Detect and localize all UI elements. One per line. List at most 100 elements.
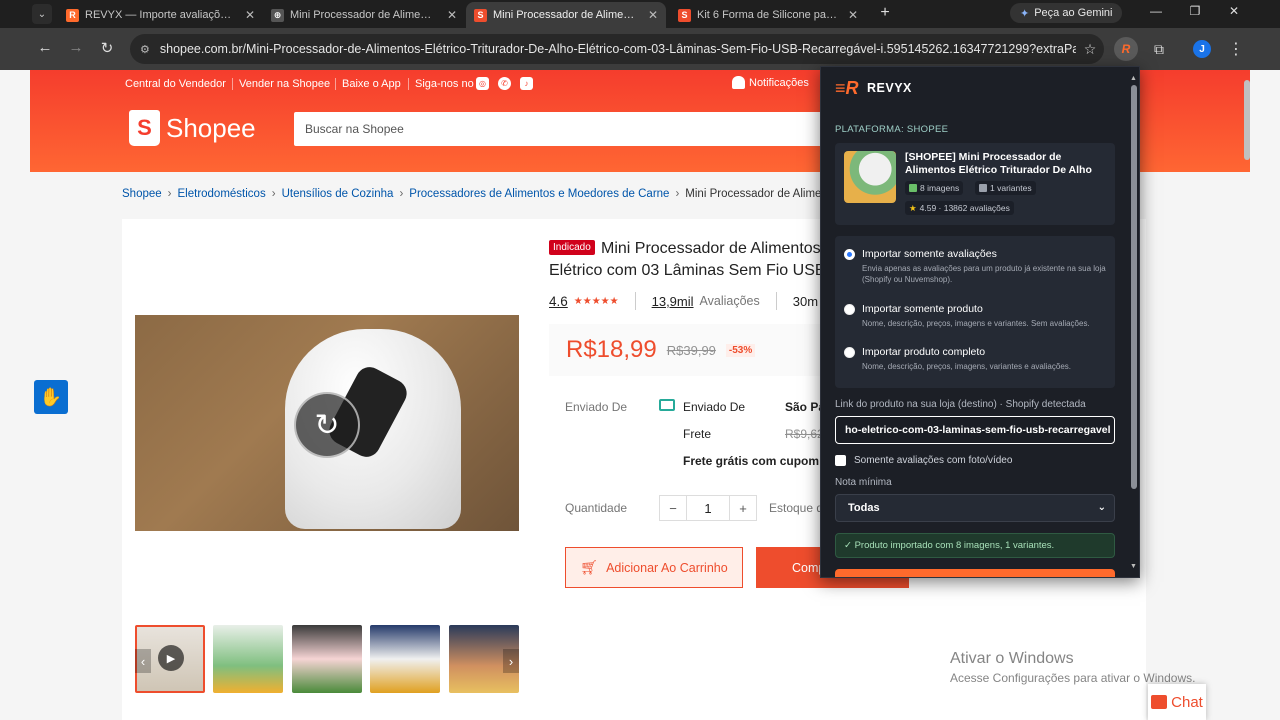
download-app-link[interactable]: Baixe o App xyxy=(342,78,401,90)
breadcrumb-eletrodomesticos[interactable]: Eletrodomésticos xyxy=(178,188,266,200)
chevron-right-icon: › xyxy=(399,188,404,200)
chevron-left-icon[interactable]: ‹ xyxy=(135,649,151,673)
search-input[interactable]: Buscar na Shopee xyxy=(294,112,854,146)
new-tab-button[interactable]: + xyxy=(876,4,894,22)
radio-unselected[interactable] xyxy=(844,347,855,358)
chevron-right-icon[interactable]: › xyxy=(503,649,519,673)
tab-close-icon[interactable]: ✕ xyxy=(447,8,457,22)
close-window-icon[interactable]: ✕ xyxy=(1224,4,1244,18)
tab-mini-processador-1[interactable]: ⊕ Mini Processador de Alimentos ✕ xyxy=(263,2,465,28)
address-bar[interactable]: ⚙ shopee.com.br/Mini-Processador-de-Alim… xyxy=(130,34,1104,64)
tab-close-icon[interactable]: ✕ xyxy=(245,8,255,22)
checkbox-unchecked[interactable] xyxy=(835,455,846,466)
quantity-input[interactable]: 1 xyxy=(686,496,730,520)
shopee-logo[interactable]: S Shopee xyxy=(129,110,256,146)
site-info-icon[interactable]: ⚙ xyxy=(140,43,150,56)
watermark-title: Ativar o Windows xyxy=(950,650,1074,667)
tab-title: REVYX — Importe avaliações de xyxy=(85,9,235,21)
product-main-video[interactable]: ↻ xyxy=(135,315,519,531)
scroll-down-icon[interactable]: ▼ xyxy=(1130,563,1137,570)
watermark-subtitle: Acesse Configurações para ativar o Windo… xyxy=(950,671,1196,685)
extensions-puzzle-icon[interactable]: ⧉ xyxy=(1147,37,1171,61)
rating-row: 4.6 ★★★★★ 13,9mil Avaliações 30m xyxy=(549,292,818,310)
tab-kit-forma-silicone[interactable]: S Kit 6 Forma de Silicone para Fri ✕ xyxy=(670,2,866,28)
divider xyxy=(408,78,409,90)
discount-badge: -53% xyxy=(725,343,756,357)
minimize-icon[interactable]: — xyxy=(1146,4,1166,18)
reload-icon[interactable]: ↻ xyxy=(97,39,117,57)
profile-avatar[interactable]: J xyxy=(1193,40,1211,58)
revyx-extension-icon[interactable]: R xyxy=(1114,37,1138,61)
chevron-right-icon: › xyxy=(167,188,172,200)
more-menu-icon[interactable]: ⋮ xyxy=(1224,37,1248,61)
chevron-down-icon: ⌄ xyxy=(1097,502,1106,513)
quantity-label: Quantidade xyxy=(565,501,628,515)
notifications-label: Notificações xyxy=(749,76,809,89)
seller-center-link[interactable]: Central do Vendedor xyxy=(125,78,226,90)
chat-button[interactable]: Chat xyxy=(1148,684,1206,720)
tab-search-icon[interactable]: ⌄ xyxy=(32,4,52,24)
radio-unselected[interactable] xyxy=(844,304,855,315)
video-loading-icon[interactable]: ↻ xyxy=(294,392,360,458)
divider xyxy=(335,78,336,90)
forward-arrow-icon[interactable]: → xyxy=(66,39,86,56)
revyx-extension-panel: ≡R REVYX PLATAFORMA: SHOPEE [SHOPEE] Min… xyxy=(820,66,1140,578)
photo-only-checkbox[interactable]: Somente avaliações com foto/vídeo xyxy=(835,455,1012,466)
whatsapp-icon[interactable]: ✆ xyxy=(498,77,511,90)
minus-icon[interactable]: − xyxy=(660,496,686,520)
cart-icon: 🛒︎ xyxy=(580,559,599,575)
grid-icon xyxy=(979,184,987,192)
instagram-icon[interactable]: ◎ xyxy=(476,77,489,90)
truck-icon xyxy=(659,399,675,411)
images-count: 8 imagens xyxy=(920,183,960,193)
plus-icon[interactable]: + xyxy=(730,496,756,520)
tiktok-icon[interactable]: ♪ xyxy=(520,77,533,90)
accessibility-hands-icon[interactable]: ✋ xyxy=(34,380,68,414)
sell-on-shopee-link[interactable]: Vender na Shopee xyxy=(239,78,330,90)
play-icon[interactable]: ▶ xyxy=(158,645,184,671)
back-arrow-icon[interactable]: ← xyxy=(35,39,55,56)
scroll-up-icon[interactable]: ▲ xyxy=(1130,75,1137,82)
rating-value[interactable]: 4.6 xyxy=(549,294,568,309)
tab-title: Mini Processador de Alimentos xyxy=(290,9,437,21)
breadcrumb-processadores[interactable]: Processadores de Alimentos e Moedores de… xyxy=(409,188,669,200)
destination-link-input[interactable]: ho-eletrico-com-03-laminas-sem-fio-usb-r… xyxy=(835,416,1115,444)
add-to-cart-label: Adicionar Ao Carrinho xyxy=(606,560,728,575)
chevron-right-icon: › xyxy=(271,188,276,200)
image-icon xyxy=(909,184,917,192)
radio-selected[interactable] xyxy=(844,249,855,260)
windows-activation-watermark: Ativar o Windows Acesse Configurações pa… xyxy=(950,650,1195,685)
breadcrumb-utensilios[interactable]: Utensílios de Cozinha xyxy=(282,188,394,200)
option-title: Importar produto completo xyxy=(862,346,986,358)
breadcrumb-shopee[interactable]: Shopee xyxy=(122,188,162,200)
restore-icon[interactable]: ❐ xyxy=(1185,4,1205,18)
bookmark-star-icon[interactable]: ☆ xyxy=(1076,41,1104,58)
product-thumbnail xyxy=(844,151,896,203)
add-to-cart-button[interactable]: 🛒︎ Adicionar Ao Carrinho xyxy=(565,547,743,588)
thumbnail-2[interactable] xyxy=(213,625,283,693)
min-rating-select[interactable]: Todas ⌄ xyxy=(835,494,1115,522)
url-text[interactable]: shopee.com.br/Mini-Processador-de-Alimen… xyxy=(160,42,1076,56)
photo-only-label: Somente avaliações com foto/vídeo xyxy=(854,455,1013,466)
variants-count: 1 variantes xyxy=(990,183,1032,193)
follow-us-label: Siga-nos no xyxy=(415,78,474,90)
gemini-label: Peça ao Gemini xyxy=(1034,7,1113,19)
option-title: Importar somente produto xyxy=(862,303,983,315)
scrollbar-thumb[interactable] xyxy=(1131,85,1137,489)
option-description: Nome, descrição, preços, imagens, varian… xyxy=(862,362,1071,371)
thumbnail-3[interactable] xyxy=(292,625,362,693)
tab-mini-processador-active[interactable]: S Mini Processador de Alimentos ✕ xyxy=(466,2,666,28)
notifications-link[interactable]: Notificações xyxy=(732,76,809,89)
stock-label: Estoque d xyxy=(769,501,824,515)
tab-close-icon[interactable]: ✕ xyxy=(648,8,658,22)
tab-revyx[interactable]: R REVYX — Importe avaliações de ✕ xyxy=(58,2,263,28)
shopee-bag-icon: S xyxy=(129,110,160,146)
ratings-count[interactable]: 13,9mil xyxy=(652,294,694,309)
import-button[interactable] xyxy=(835,569,1115,577)
thumbnail-4[interactable] xyxy=(370,625,440,693)
panel-scrollbar[interactable]: ▲ ▼ xyxy=(1130,71,1138,573)
frete-label: Frete xyxy=(683,427,712,441)
gemini-button[interactable]: ✦ Peça ao Gemini xyxy=(1010,3,1123,23)
page-scrollbar[interactable] xyxy=(1244,70,1250,720)
tab-close-icon[interactable]: ✕ xyxy=(848,8,858,22)
